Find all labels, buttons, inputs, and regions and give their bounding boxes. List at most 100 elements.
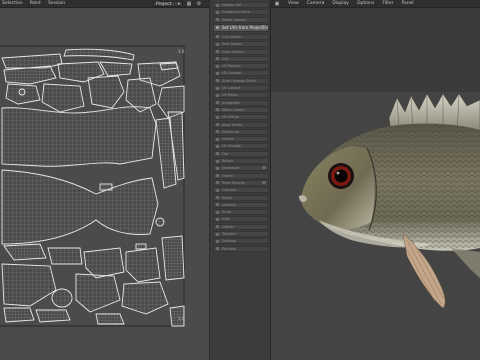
tool-label: Compute Frame (222, 10, 250, 15)
tool-item[interactable]: Rotate (213, 158, 269, 164)
tool-icon (216, 26, 219, 30)
tool-item[interactable]: Cut Seams (213, 33, 269, 40)
tool-item[interactable]: Snap (213, 209, 269, 216)
menu-camera[interactable]: Camera (307, 1, 325, 6)
tool-icon (216, 144, 219, 148)
tool-icon (216, 166, 219, 170)
tool-label: UV Repack (222, 64, 241, 69)
menu-session[interactable]: Session (48, 1, 65, 6)
tool-icon (216, 188, 219, 192)
tool-label: Preview (222, 246, 236, 251)
menu-panel[interactable]: Panel (401, 1, 413, 6)
tool-label: Orient (222, 173, 233, 178)
tool-item[interactable]: Texel Density ⚙ (213, 179, 269, 186)
tool-item[interactable]: Update Sel (213, 2, 269, 8)
tool-icon (216, 42, 219, 46)
tool-label: Normalize (222, 166, 240, 171)
tool-icon (216, 108, 219, 112)
tool-item[interactable]: Checker (213, 187, 269, 194)
tool-item[interactable]: Clear Seams (213, 48, 269, 55)
gear-icon[interactable]: ⚙ (262, 181, 266, 185)
tool-item[interactable]: Orient (213, 172, 269, 179)
projection-dropdown[interactable]: Project ▾ (153, 1, 183, 7)
tool-item[interactable]: Align Shells (213, 121, 269, 128)
tool-item[interactable]: Normalize ⚙ (213, 165, 269, 172)
tool-label: Select Seams (222, 17, 246, 22)
tool-label: UV Merge (222, 115, 239, 120)
menu-selection[interactable]: Selection (2, 1, 23, 6)
tool-item[interactable]: Transfer (213, 231, 269, 237)
tool-item[interactable]: UV Relax (213, 92, 269, 99)
uv-canvas[interactable]: 1.0 1.0 (0, 8, 209, 360)
tool-icon (216, 57, 219, 61)
tool-label: Sew Seams (222, 42, 243, 47)
tool-item[interactable]: UV Smooth (213, 143, 269, 150)
tool-label: Auto Unwrap Shells (222, 78, 257, 83)
tool-label: Straighten (222, 100, 241, 105)
tool-icon (216, 159, 219, 163)
menu-filter[interactable]: Filter (382, 1, 393, 6)
tool-item[interactable]: UV Repack (213, 63, 269, 70)
menu-point[interactable]: Point (30, 1, 41, 6)
tool-item[interactable]: Match Shells (213, 106, 269, 113)
tool-label: Match Shells (222, 107, 245, 112)
tool-icon (216, 93, 219, 97)
tool-item[interactable]: Unstack (213, 201, 269, 208)
projection-dropdown-value: Project (156, 1, 172, 7)
tool-icon (216, 64, 219, 68)
tool-label: UV Unwrap (222, 71, 242, 76)
fish-model[interactable] (299, 93, 480, 309)
tool-icon (216, 232, 219, 236)
tool-label: UV Layout (222, 86, 240, 90)
tool-label: Checker (222, 188, 237, 193)
menu-view[interactable]: View (288, 1, 299, 6)
tool-item[interactable]: Sew Seams (213, 41, 269, 48)
tool-label: Cut Seams (222, 34, 241, 39)
tool-icon (216, 50, 219, 53)
tool-item[interactable]: UV Layout (213, 85, 269, 91)
tool-item[interactable]: Select Seams (213, 16, 269, 23)
tool-label: Unstack (222, 202, 237, 207)
tool-label: Update Sel (222, 3, 242, 7)
grid-icon[interactable]: ▦ (186, 1, 192, 7)
tool-item[interactable]: Gather (213, 223, 269, 230)
tool-item[interactable]: Distribute (213, 128, 269, 135)
tool-icon (216, 196, 219, 199)
tool-icon (216, 35, 219, 39)
tool-icon (216, 3, 219, 7)
tool-label: Texel Density (222, 180, 246, 185)
tool-item[interactable]: Straighten (213, 99, 269, 106)
tool-item[interactable]: Unfold (213, 136, 269, 143)
menu-options[interactable]: Options (357, 1, 374, 6)
tool-item[interactable]: Flip (213, 150, 269, 157)
tool-item[interactable]: Settings (213, 238, 269, 245)
tool-label: Clear Seams (222, 49, 245, 54)
uv-corner-top-label: 1.0 (178, 49, 185, 54)
settings-icon[interactable]: ⚙ (196, 1, 202, 7)
tool-item[interactable]: Grid (213, 216, 269, 223)
tool-label: Cut (222, 56, 229, 61)
gear-icon[interactable]: ⚙ (262, 25, 266, 30)
tool-item[interactable]: Set UVs from Projection ⚙ (213, 23, 269, 32)
tool-item[interactable]: UV Unwrap (213, 70, 269, 77)
viewport-icon: ▣ (274, 0, 280, 7)
tool-item[interactable]: UV Merge (213, 114, 269, 121)
tool-label: Rotate (222, 159, 234, 163)
tool-icon (216, 71, 219, 75)
tool-icon (216, 174, 219, 178)
uv-corner-bottom-label: 1.0 (178, 316, 185, 321)
tool-item[interactable]: Cut (213, 55, 269, 62)
menu-display[interactable]: Display (332, 1, 349, 6)
tool-item[interactable]: Auto Unwrap Shells (213, 77, 269, 84)
tool-label: Transfer (222, 232, 237, 236)
tool-icon (216, 137, 219, 141)
gear-icon[interactable]: ⚙ (262, 166, 266, 170)
viewport-canvas[interactable] (271, 8, 480, 360)
tool-label: Unfold (222, 137, 234, 142)
tool-item[interactable]: Stack (213, 194, 269, 201)
tool-label: Settings (222, 239, 237, 244)
tool-icon (216, 225, 219, 229)
tool-icon (216, 217, 219, 221)
tool-item[interactable]: Compute Frame (213, 9, 269, 16)
tool-item[interactable]: Preview (213, 245, 269, 252)
